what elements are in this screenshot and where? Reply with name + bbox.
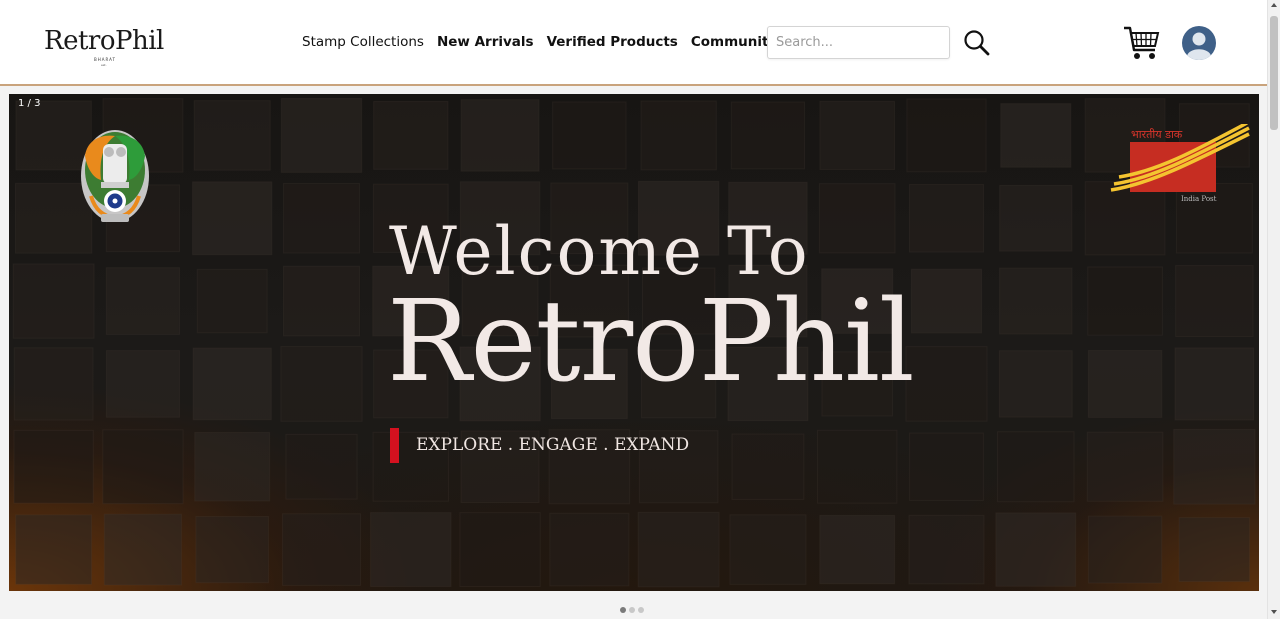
stamp-tile bbox=[819, 514, 896, 585]
stamp-tile bbox=[908, 514, 985, 585]
stamp-tile bbox=[819, 100, 895, 170]
stamp-tile bbox=[549, 512, 630, 587]
site-header: RetroPhil BHARAT est. Stamp Collections … bbox=[0, 0, 1267, 86]
scroll-down-arrow-icon[interactable] bbox=[1271, 610, 1277, 614]
stamp-tile bbox=[1000, 103, 1072, 168]
scrollbar-thumb[interactable] bbox=[1270, 16, 1278, 130]
logo-subtext-small: est. bbox=[101, 63, 107, 67]
stamp-tile bbox=[999, 184, 1073, 252]
stamp-tile bbox=[280, 346, 363, 422]
india-post-hindi: भारतीय डाक bbox=[1131, 128, 1183, 141]
main-nav: Stamp Collections New Arrivals Verified … bbox=[302, 32, 790, 52]
stamp-tile bbox=[1086, 431, 1164, 502]
carousel-dot-3[interactable] bbox=[638, 607, 644, 613]
stamp-tile bbox=[1087, 266, 1163, 336]
stamp-tile bbox=[373, 101, 449, 170]
stamp-tile bbox=[460, 99, 540, 172]
stamp-tile bbox=[105, 267, 180, 335]
stamp-tile bbox=[1174, 347, 1255, 421]
stamp-tile bbox=[196, 268, 268, 334]
stamp-tile bbox=[817, 429, 898, 504]
stamp-tile bbox=[12, 263, 95, 339]
stamp-tile bbox=[192, 347, 272, 421]
carousel-dot-1[interactable] bbox=[620, 607, 626, 613]
stamp-tile bbox=[998, 350, 1073, 418]
hero-tagline: EXPLORE . ENGAGE . EXPAND bbox=[416, 435, 690, 455]
slide-counter: 1 / 3 bbox=[18, 98, 41, 109]
stamp-tile bbox=[640, 100, 717, 171]
stamp-tile bbox=[909, 432, 984, 501]
stamp-tile bbox=[370, 512, 452, 588]
stamp-tile bbox=[1175, 265, 1254, 338]
search-input[interactable] bbox=[767, 26, 950, 59]
search-icon[interactable] bbox=[962, 28, 992, 58]
hero-brand-title: RetroPhil bbox=[387, 277, 915, 407]
logo-subtext: BHARAT bbox=[94, 57, 116, 62]
nav-verified-products[interactable]: Verified Products bbox=[547, 32, 678, 52]
carousel-dots bbox=[620, 607, 644, 613]
nav-stamp-collections[interactable]: Stamp Collections bbox=[302, 32, 424, 52]
logo-text: RetroPhil bbox=[44, 26, 164, 56]
stamp-tile bbox=[1173, 428, 1256, 505]
retrophil-logo[interactable]: RetroPhil BHARAT est. bbox=[44, 26, 164, 70]
india-post-english: India Post bbox=[1181, 195, 1217, 203]
stamp-tile bbox=[102, 429, 184, 505]
stamp-tile bbox=[285, 433, 358, 500]
stamp-tile bbox=[906, 98, 987, 173]
nav-community[interactable]: Community bbox=[691, 32, 777, 52]
stamp-tile bbox=[103, 513, 183, 586]
stamp-tile bbox=[15, 514, 93, 585]
stamp-tile bbox=[192, 181, 273, 256]
stamp-tile bbox=[730, 101, 806, 170]
stamp-tile bbox=[818, 183, 896, 254]
tagline-accent-bar bbox=[390, 428, 399, 463]
stamp-tile bbox=[995, 512, 1077, 587]
stamp-tile bbox=[281, 513, 362, 586]
stamp-tile bbox=[1178, 517, 1251, 583]
carousel-dot-2[interactable] bbox=[629, 607, 635, 613]
stamp-tile bbox=[105, 350, 180, 418]
stamp-tile bbox=[905, 346, 988, 422]
stamp-tile bbox=[193, 100, 271, 171]
national-emblem-icon bbox=[77, 126, 153, 232]
stamp-tile bbox=[997, 431, 1075, 503]
user-avatar-icon[interactable] bbox=[1182, 26, 1216, 60]
stamp-tile bbox=[280, 97, 363, 173]
stamp-tile bbox=[1087, 515, 1163, 584]
stamp-tile bbox=[13, 347, 94, 421]
page-scrollbar[interactable] bbox=[1267, 0, 1280, 619]
hero-banner[interactable]: 1 / 3 भारतीय डाक India Post Welcome To R… bbox=[9, 94, 1259, 591]
stamp-tile bbox=[195, 515, 270, 584]
stamp-tile bbox=[13, 429, 94, 504]
cart-icon[interactable] bbox=[1122, 24, 1162, 62]
stamp-tile bbox=[908, 183, 985, 253]
stamp-tile bbox=[731, 433, 805, 500]
india-post-logo: भारतीय डाक India Post bbox=[1109, 121, 1253, 204]
stamp-tile bbox=[999, 267, 1073, 335]
stamp-tile bbox=[552, 101, 627, 170]
stamp-tile bbox=[1087, 349, 1163, 418]
stamp-tile bbox=[282, 265, 361, 337]
nav-new-arrivals[interactable]: New Arrivals bbox=[437, 32, 534, 52]
stamp-tile bbox=[459, 512, 541, 588]
scroll-up-arrow-icon[interactable] bbox=[1271, 3, 1277, 7]
stamp-tile bbox=[283, 183, 360, 254]
stamp-tile bbox=[194, 432, 271, 502]
stamp-tile bbox=[910, 268, 983, 334]
stamp-tile bbox=[637, 511, 720, 588]
stamp-tile bbox=[729, 514, 807, 585]
